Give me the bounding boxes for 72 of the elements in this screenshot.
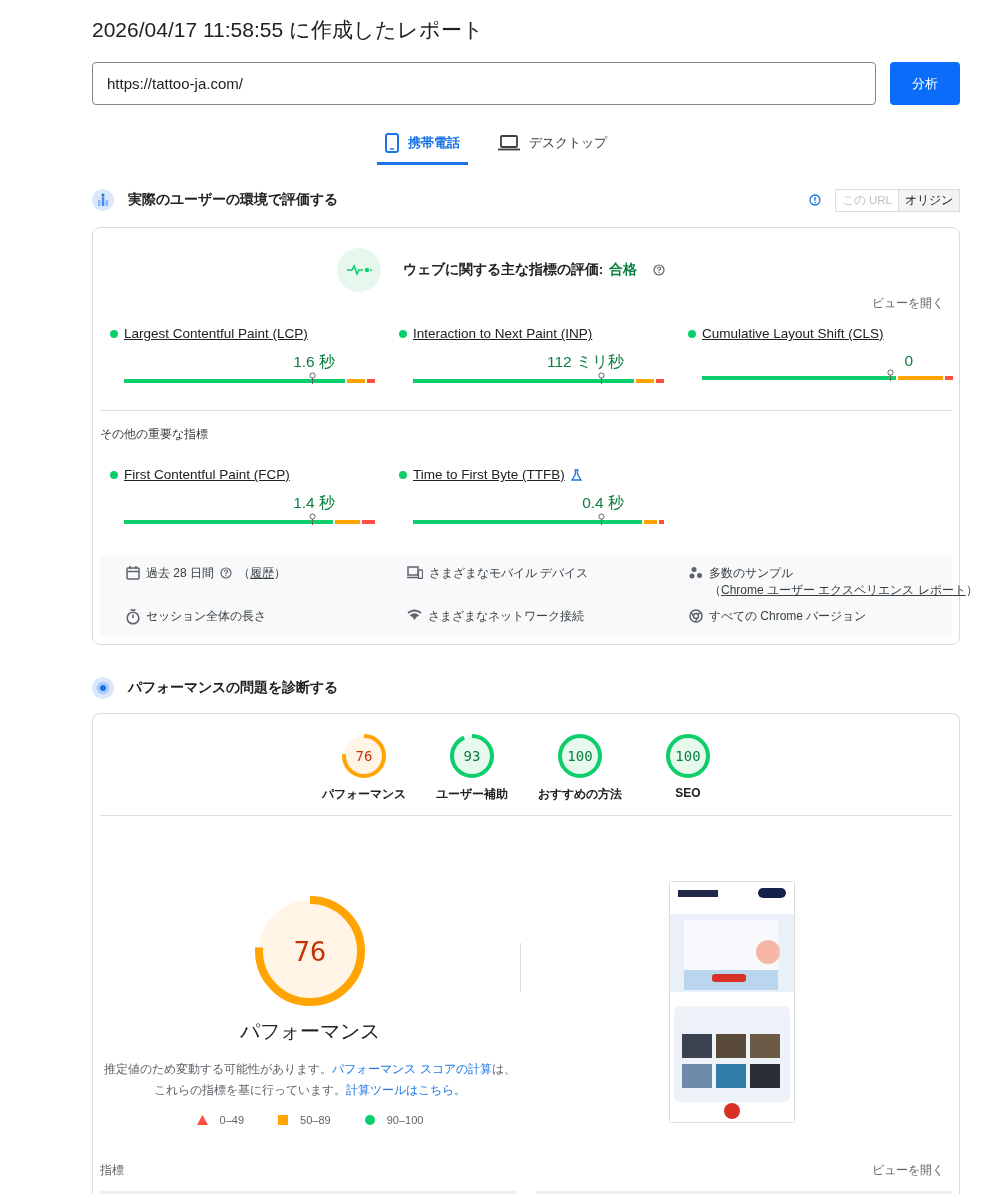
category-label[interactable]: おすすめの方法 bbox=[538, 786, 622, 804]
info-text: すべての Chrome バージョン bbox=[709, 607, 867, 625]
device-tab[interactable]: デスクトップ bbox=[490, 127, 615, 165]
info-text: さまざまなネットワーク接続 bbox=[428, 607, 584, 625]
subsection-heading: その他の重要な指標 bbox=[100, 426, 209, 443]
metric-value: 112 ミリ秒 bbox=[545, 352, 625, 372]
chrome-icon bbox=[689, 608, 703, 623]
score-value: 100 bbox=[566, 749, 594, 764]
devices-icon bbox=[407, 566, 423, 579]
help-icon bbox=[220, 567, 232, 579]
flask-icon bbox=[570, 468, 582, 481]
percentile-marker bbox=[598, 372, 606, 384]
score-description: 推定値のため変動する可能性があります。パフォーマンス スコアの計算は、これらの指標を基に行っています。計算ツールはこちら。 bbox=[103, 1061, 517, 1099]
legend-label: 90–100 bbox=[386, 1113, 424, 1126]
metric-link[interactable]: Interaction to Next Paint (INP) bbox=[413, 326, 593, 341]
metric-value: 1.6 秒 bbox=[292, 352, 336, 372]
score-gauge bbox=[666, 734, 710, 779]
score-gauge bbox=[450, 734, 494, 779]
assessment-result: 合格 bbox=[609, 261, 638, 279]
info-text: 多数のサンプル（Chrome ユーザー エクスペリエンス レポート） bbox=[709, 565, 978, 600]
metrics-heading: 指標 bbox=[100, 1162, 124, 1180]
phone-icon bbox=[385, 133, 399, 153]
expand-link[interactable]: ビューを開く bbox=[872, 295, 944, 312]
info-text: 過去 28 日間 （履歴） bbox=[146, 565, 286, 582]
score-value: 100 bbox=[674, 749, 702, 764]
info-text: さまざまなモバイル デバイス bbox=[429, 565, 589, 582]
category-label[interactable]: SEO bbox=[675, 786, 701, 801]
score-value: 76 bbox=[354, 749, 374, 764]
metric-link[interactable]: First Contentful Paint (FCP) bbox=[124, 467, 290, 482]
metric-link[interactable]: Largest Contentful Paint (LCP) bbox=[124, 326, 308, 341]
score-title: パフォーマンス bbox=[240, 1019, 380, 1045]
metric-value: 0.4 秒 bbox=[581, 493, 625, 513]
field-data-icon bbox=[92, 189, 114, 211]
info-icon bbox=[808, 194, 821, 206]
dots-icon bbox=[689, 566, 703, 580]
score-gauge bbox=[558, 734, 602, 779]
percentile-marker bbox=[598, 513, 606, 525]
help-link[interactable]: パフォーマンス スコアの計算 bbox=[332, 1062, 492, 1077]
calendar-icon bbox=[126, 566, 140, 580]
vitals-icon bbox=[336, 248, 381, 292]
signal-icon bbox=[407, 608, 422, 621]
category-label[interactable]: パフォーマンス bbox=[322, 786, 406, 804]
info-text: セッション全体の長さ bbox=[146, 607, 266, 625]
metric-value: 0 bbox=[903, 352, 914, 370]
scope-toggle[interactable]: オリジン bbox=[898, 189, 959, 211]
percentile-marker bbox=[309, 372, 317, 384]
score-value: 93 bbox=[462, 749, 482, 764]
diagnose-icon bbox=[92, 677, 114, 700]
legend-label: 0–49 bbox=[219, 1113, 245, 1126]
metric-link[interactable]: Time to First Byte (TTFB) bbox=[413, 467, 565, 482]
score-gauge bbox=[342, 734, 386, 779]
assessment-label: ウェブに関する主な指標の評価: bbox=[402, 261, 604, 279]
report-title: 2026/04/17 11:58:55 に作成したレポート bbox=[92, 17, 485, 43]
percentile-marker bbox=[309, 513, 317, 525]
url-field[interactable]: https://tattoo-ja.com/ bbox=[92, 62, 876, 105]
help-link[interactable]: 計算ツールはこちら。 bbox=[346, 1082, 466, 1097]
report-link[interactable]: Chrome ユーザー エクスペリエンス レポート bbox=[721, 583, 966, 598]
report-link[interactable]: 履歴 bbox=[250, 566, 274, 580]
timer-icon bbox=[126, 608, 140, 625]
category-label[interactable]: ユーザー補助 bbox=[436, 786, 508, 804]
section-title: 実際のユーザーの環境で評価する bbox=[128, 191, 339, 209]
score-value: 76 bbox=[292, 937, 328, 965]
expand-link[interactable]: ビューを開く bbox=[872, 1162, 944, 1180]
metric-link[interactable]: Cumulative Layout Shift (CLS) bbox=[702, 326, 884, 341]
metric-value: 1.4 秒 bbox=[292, 493, 336, 513]
help-icon bbox=[653, 264, 666, 276]
section-title: パフォーマンスの問題を診断する bbox=[128, 679, 338, 698]
percentile-marker bbox=[887, 369, 895, 381]
legend-label: 50–89 bbox=[300, 1113, 331, 1126]
analyze-button[interactable]: 分析 bbox=[890, 62, 960, 105]
device-tab[interactable]: 携帯電話 bbox=[377, 127, 468, 165]
laptop-icon bbox=[498, 135, 520, 151]
